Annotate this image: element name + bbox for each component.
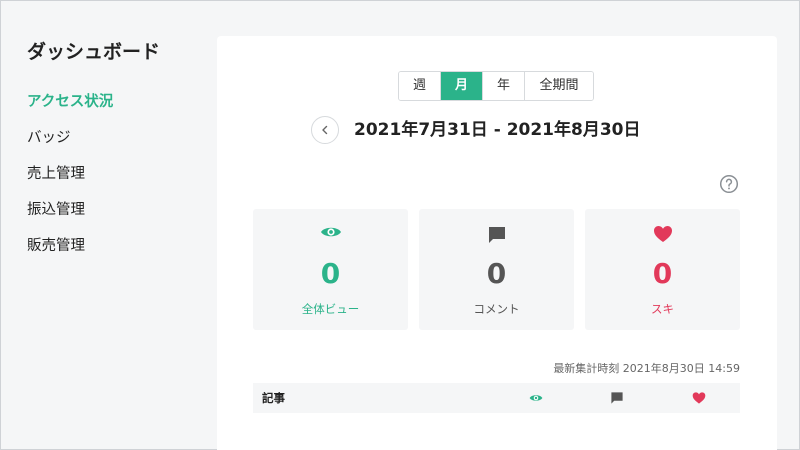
stat-card-views: 0 全体ビュー [253,209,408,330]
previous-period-button[interactable] [311,116,339,144]
column-title-articles: 記事 [262,391,285,405]
heart-icon [653,226,672,242]
tab-month[interactable]: 月 [441,72,483,100]
stat-card-comments: 0 コメント [419,209,574,330]
views-label: 全体ビュー [301,302,360,316]
articles-table-header: 記事 [253,383,740,413]
tab-all-time[interactable]: 全期間 [525,72,593,100]
tab-week[interactable]: 週 [399,72,441,100]
comments-label: コメント [473,302,520,316]
main-panel: 週 月 年 全期間 2021年7月31日 - 2021年8月30日 0 全体ビュ… [217,36,777,450]
comment-icon[interactable] [610,391,624,405]
date-range: 2021年7月31日 - 2021年8月30日 [354,120,641,140]
last-updated: 最新集計時刻 2021年8月30日 14:59 [553,362,740,375]
chevron-left-icon [322,125,328,135]
comments-count: 0 [486,257,507,290]
sidebar-item-badges[interactable]: バッジ [27,127,113,163]
views-count: 0 [320,257,341,290]
period-tabs: 週 月 年 全期間 [398,71,594,101]
sidebar: ダッシュボード アクセス状況 バッジ 売上管理 振込管理 販売管理 [1,1,216,449]
sidebar-item-access[interactable]: アクセス状況 [27,91,113,127]
sidebar-nav: アクセス状況 バッジ 売上管理 振込管理 販売管理 [27,91,113,271]
tab-year[interactable]: 年 [483,72,525,100]
stat-card-likes: 0 スキ [585,209,740,330]
sidebar-item-sales[interactable]: 売上管理 [27,163,113,199]
sidebar-item-orders[interactable]: 販売管理 [27,235,113,271]
sidebar-title: ダッシュボード [27,41,161,63]
sidebar-item-transfers[interactable]: 振込管理 [27,199,113,235]
likes-count: 0 [652,257,673,290]
eye-icon[interactable] [529,392,543,404]
comment-icon [488,227,505,243]
help-icon[interactable] [719,174,739,194]
eye-icon [320,227,341,237]
heart-icon[interactable] [692,391,706,405]
likes-label: スキ [651,302,674,316]
